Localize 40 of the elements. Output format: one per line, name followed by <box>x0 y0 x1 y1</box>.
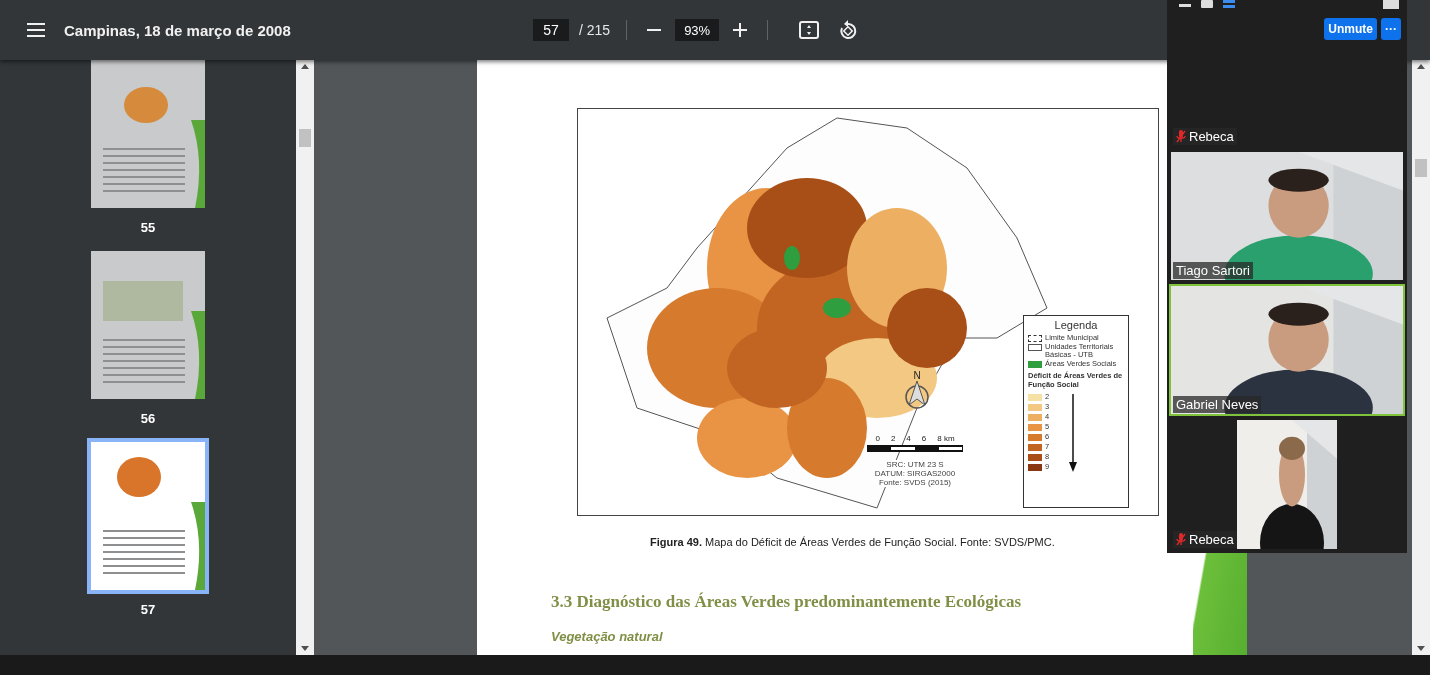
figure-caption: Figura 49. Mapa do Déficit de Áreas Verdes de Função Social. Fonte: SVDS/PMC. <box>650 536 1055 548</box>
participant-tile[interactable]: Rebeca <box>1169 418 1405 551</box>
participant-name: Rebeca <box>1173 128 1237 145</box>
scroll-up-icon[interactable] <box>301 64 309 69</box>
participant-name: Gabriel Neves <box>1173 396 1262 413</box>
scroll-down-icon[interactable] <box>1417 646 1425 651</box>
legend-swatch <box>1028 335 1042 342</box>
minus-icon <box>647 29 662 31</box>
menu-button[interactable] <box>26 23 46 37</box>
page-number: 57 <box>140 602 156 617</box>
unmute-button[interactable]: Unmute <box>1324 18 1377 41</box>
menu-icon <box>27 23 45 37</box>
participant-name: Rebeca <box>1173 531 1237 548</box>
scroll-thumb[interactable] <box>1415 158 1427 177</box>
subsection-heading: Vegetação natural <box>551 629 664 644</box>
scale-bar-drawing: 0 2 4 6 8 km SRC: UTM 23 S DATUM: SIRGAS2000 Fonte: SVDS (2015) <box>867 434 963 487</box>
page-number-field[interactable]: 57 <box>533 19 569 41</box>
participant-name: Tiago Sartori <box>1173 262 1253 279</box>
north-arrow-drawing: N <box>903 370 931 409</box>
more-button[interactable]: ··· <box>1381 18 1401 41</box>
document-title: Campinas, 18 de março de 2008 <box>64 21 292 39</box>
participant-tile[interactable]: Tiago Sartori <box>1169 150 1405 282</box>
sidebar-scrollbar[interactable] <box>296 60 314 655</box>
zoom-field[interactable]: 93% <box>675 19 720 41</box>
gallery-view-icon[interactable] <box>1223 0 1235 8</box>
page-scrollbar[interactable] <box>1412 60 1430 655</box>
legend-swatch <box>1028 344 1042 351</box>
page-number: 55 <box>140 220 156 235</box>
participant-tile[interactable]: Rebeca <box>1169 40 1405 148</box>
scroll-thumb[interactable] <box>299 128 311 147</box>
scroll-up-icon[interactable] <box>1417 64 1425 69</box>
scroll-down-icon[interactable] <box>301 646 309 651</box>
muted-microphone-icon <box>1176 130 1186 143</box>
section-heading: 3.3 Diagnóstico das Áreas Verdes predominantemente Ecológicas <box>551 592 1023 612</box>
page-number: 56 <box>140 411 156 426</box>
fit-page-icon <box>799 21 820 39</box>
muted-microphone-icon <box>1176 533 1186 546</box>
plus-icon <box>733 23 748 37</box>
page-total: / 215 <box>579 22 611 38</box>
participant-tile[interactable]: Gabriel Neves <box>1169 284 1405 416</box>
